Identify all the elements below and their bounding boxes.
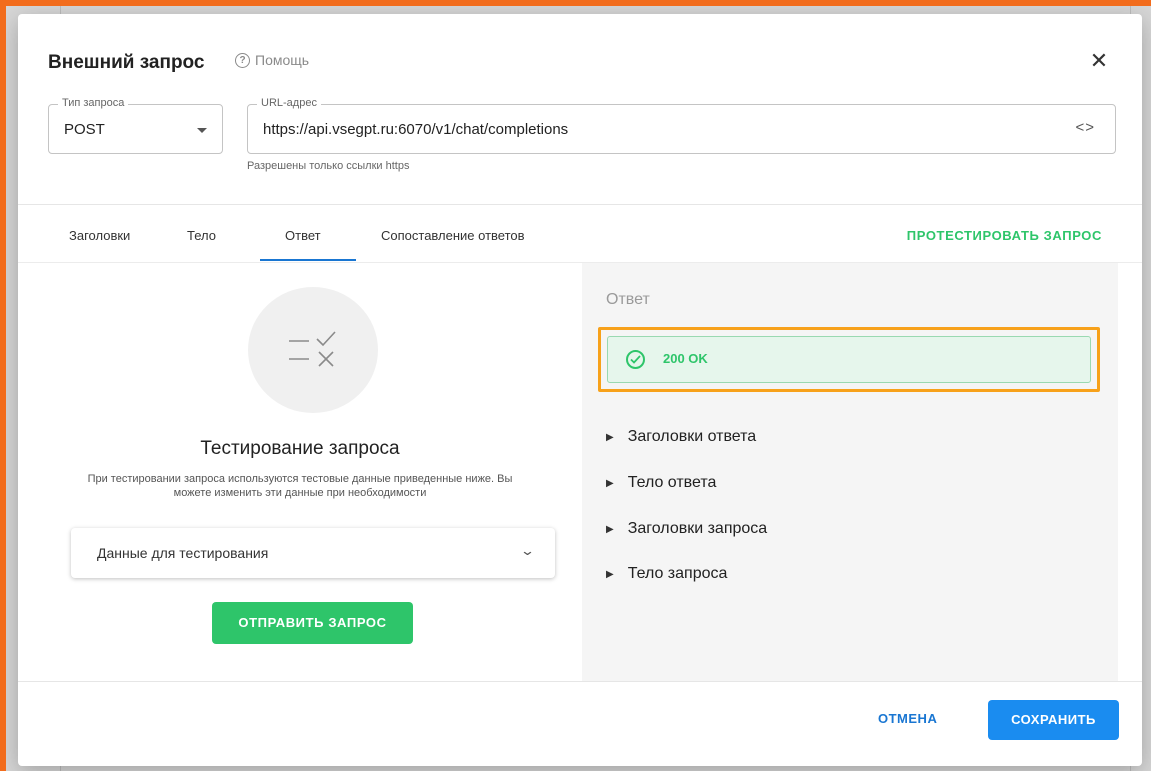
status-text: 200 OK xyxy=(663,351,708,366)
help-icon: ? xyxy=(235,52,250,68)
caret-right-icon: ▶ xyxy=(606,568,614,580)
divider xyxy=(18,681,1142,682)
request-type-label: Тип запроса xyxy=(58,97,129,109)
testing-description: При тестировании запроса используются те… xyxy=(87,473,513,499)
dialog-title: Внешний запрос xyxy=(48,52,205,73)
url-field[interactable]: URL-адрес https://api.vsegpt.ru:6070/v1/… xyxy=(247,97,1116,154)
active-tab-indicator xyxy=(260,259,356,261)
testing-title: Тестирование запроса xyxy=(200,438,400,459)
request-type-value: POST xyxy=(64,121,105,138)
checklist-illustration xyxy=(248,287,378,413)
tab-response-mapping[interactable]: Сопоставление ответов xyxy=(381,228,525,243)
caret-right-icon: ▶ xyxy=(606,477,614,489)
section-request-headers[interactable]: ▶ Заголовки запроса xyxy=(606,520,767,538)
section-label: Тело запроса xyxy=(627,565,728,582)
save-button[interactable]: СОХРАНИТЬ xyxy=(988,700,1119,740)
test-data-label: Данные для тестирования xyxy=(97,545,269,561)
external-request-dialog: Внешний запрос ? Помощь ✕ Тип запроса PO… xyxy=(18,14,1142,766)
response-panel: Ответ 200 OK ▶ Заголовки ответа ▶ Тело о… xyxy=(582,263,1118,681)
section-label: Заголовки запроса xyxy=(627,520,768,537)
cancel-button[interactable]: ОТМЕНА xyxy=(878,711,937,726)
chevron-down-icon: ⌄ xyxy=(519,543,536,558)
caret-right-icon: ▶ xyxy=(606,523,614,535)
caret-down-icon xyxy=(197,128,207,133)
section-label: Тело ответа xyxy=(627,474,717,491)
send-request-button[interactable]: ОТПРАВИТЬ ЗАПРОС xyxy=(212,602,413,644)
section-response-headers[interactable]: ▶ Заголовки ответа xyxy=(606,428,756,446)
url-hint: Разрешены только ссылки https xyxy=(247,160,410,172)
section-response-body[interactable]: ▶ Тело ответа xyxy=(606,474,716,492)
section-label: Заголовки ответа xyxy=(627,428,757,445)
checklist-icon xyxy=(289,331,336,367)
test-data-expander[interactable]: Данные для тестирования ⌄ xyxy=(71,528,555,578)
request-testing-panel: Тестирование запроса При тестировании за… xyxy=(18,263,582,681)
url-label: URL-адрес xyxy=(257,97,321,109)
response-title: Ответ xyxy=(606,291,650,308)
divider xyxy=(18,204,1142,205)
status-highlight: 200 OK xyxy=(598,327,1100,392)
request-type-select[interactable]: Тип запроса POST xyxy=(48,97,223,154)
caret-right-icon: ▶ xyxy=(606,431,614,443)
tab-response[interactable]: Ответ xyxy=(285,228,321,243)
url-value: https://api.vsegpt.ru:6070/v1/chat/compl… xyxy=(263,121,569,138)
close-icon[interactable]: ✕ xyxy=(1088,50,1110,72)
code-icon[interactable]: <> xyxy=(1075,119,1095,136)
help-link[interactable]: ? Помощь xyxy=(235,52,309,68)
section-request-body[interactable]: ▶ Тело запроса xyxy=(606,565,727,583)
check-circle-icon xyxy=(626,350,645,369)
tab-headers[interactable]: Заголовки xyxy=(69,228,130,243)
help-label: Помощь xyxy=(255,52,310,68)
tab-body[interactable]: Тело xyxy=(187,228,216,243)
status-badge: 200 OK xyxy=(607,336,1091,383)
test-request-button[interactable]: ПРОТЕСТИРОВАТЬ ЗАПРОС xyxy=(907,228,1102,243)
